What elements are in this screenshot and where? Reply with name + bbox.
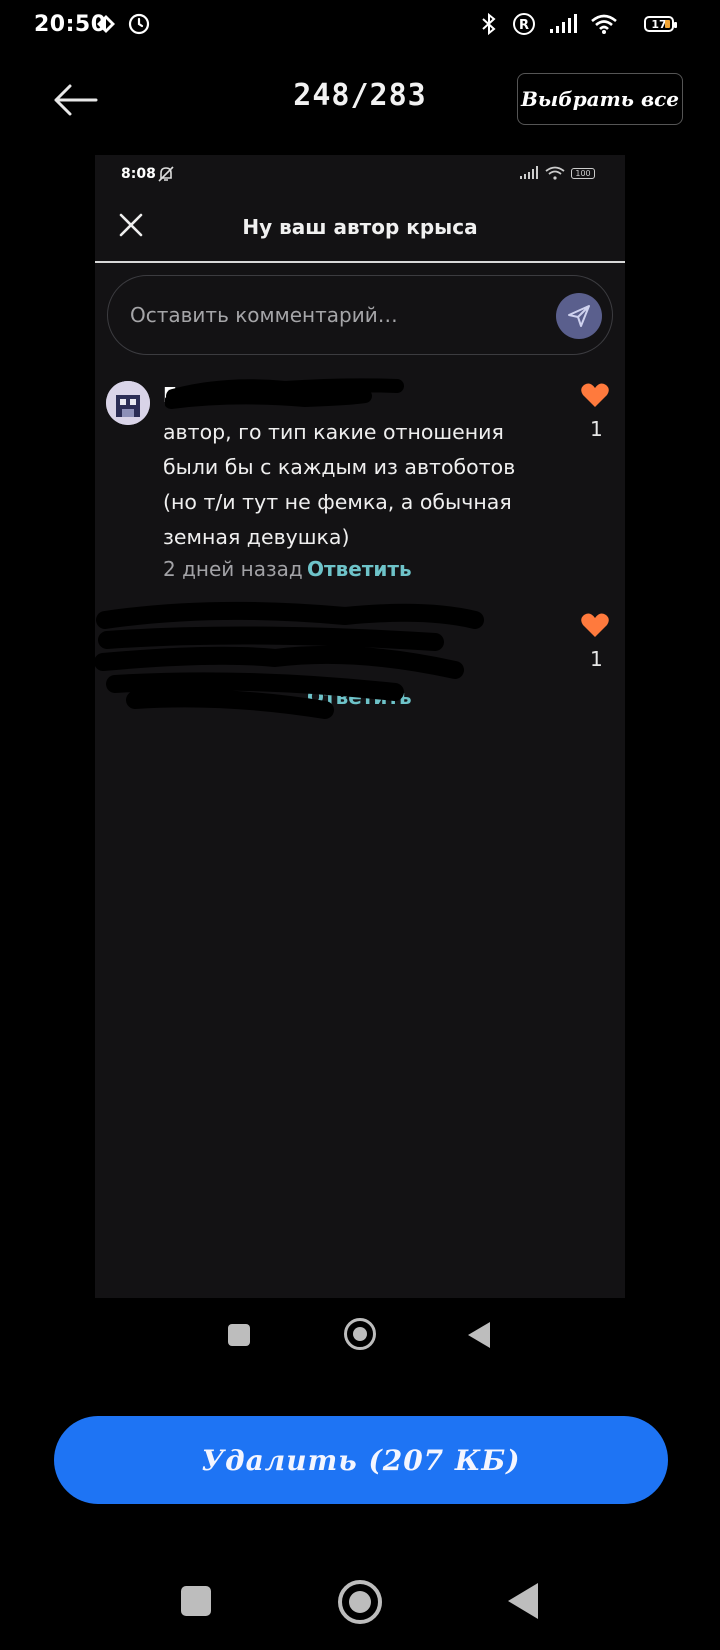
like-count: 1 xyxy=(590,417,603,441)
avatar[interactable] xyxy=(106,381,150,425)
comment-input[interactable]: Оставить комментарий… xyxy=(107,275,613,355)
inner-back-icon xyxy=(468,1322,490,1348)
home-button[interactable] xyxy=(338,1580,382,1624)
comment-text: автор, го тип какие отношения были бы с … xyxy=(163,420,516,549)
inner-recents-icon xyxy=(228,1324,250,1346)
post-title: Ну ваш автор крыса xyxy=(242,215,478,239)
heart-icon[interactable] xyxy=(580,611,610,639)
roaming-icon: R xyxy=(513,13,535,35)
data-saver-icon xyxy=(97,15,115,33)
screenshot-preview[interactable]: 8:08 100 Ну ваш автор крыса Оставить ком… xyxy=(95,155,625,1298)
mute-bell-icon xyxy=(158,166,174,182)
comment-placeholder: Оставить комментарий… xyxy=(130,303,398,327)
status-left-icons xyxy=(96,13,150,35)
inner-status-icons: 100 xyxy=(519,166,595,180)
send-button[interactable] xyxy=(556,293,602,339)
battery-icon: 100 xyxy=(571,167,595,179)
recents-button[interactable] xyxy=(181,1586,211,1616)
heart-icon[interactable] xyxy=(580,381,610,409)
alarm-icon xyxy=(128,13,150,35)
like-count: 1 xyxy=(590,647,603,671)
svg-text:R: R xyxy=(519,18,529,33)
comment-time: 2 дней назад xyxy=(163,557,303,581)
signal-icon xyxy=(520,166,538,179)
select-all-button[interactable]: Выбрать все xyxy=(517,73,683,125)
bluetooth-icon xyxy=(482,12,496,36)
redaction-scribble xyxy=(165,378,404,409)
inner-status-time: 8:08 xyxy=(121,166,156,182)
title-divider xyxy=(95,261,625,263)
battery-icon: 17 xyxy=(644,16,677,32)
wifi-icon xyxy=(591,14,617,34)
back-button[interactable] xyxy=(508,1583,538,1619)
status-right-icons: R 17 xyxy=(478,12,677,36)
send-icon xyxy=(568,305,590,327)
avatar-image xyxy=(106,381,150,425)
reply-link[interactable]: Ответить xyxy=(307,557,412,581)
inner-home-icon xyxy=(344,1318,376,1350)
redaction-scribble xyxy=(95,601,484,719)
signal-icon xyxy=(550,14,577,33)
delete-button[interactable]: Удалить (207 КБ) xyxy=(54,1416,668,1504)
wifi-icon xyxy=(545,166,565,180)
